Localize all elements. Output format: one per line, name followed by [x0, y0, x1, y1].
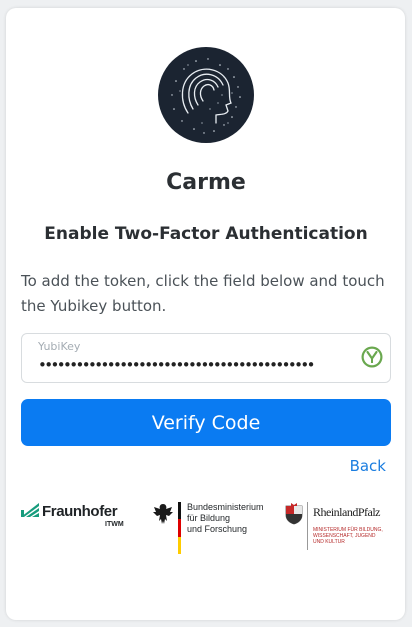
rlp-crest-icon: [285, 503, 303, 525]
instructions-text: To add the token, click the field below …: [21, 272, 385, 315]
verify-code-button[interactable]: Verify Code: [21, 399, 391, 446]
page-subtitle: Enable Two-Factor Authentication: [44, 224, 368, 244]
fraunhofer-logo-icon: [21, 503, 39, 517]
rlp-divider: [307, 502, 308, 550]
federal-eagle-icon: [153, 504, 173, 524]
yubikey-field-label: YubiKey: [38, 340, 81, 353]
german-flag-stripe: [178, 502, 181, 554]
fraunhofer-unit: ITWM: [105, 521, 124, 528]
yubikey-field-value[interactable]: ••••••••••••••••••••••••••••••••••••••••…: [38, 356, 316, 374]
rlp-name: RheinlandPfalz: [313, 505, 380, 519]
bmbf-text: Bundesministerium für Bildung und Forsch…: [187, 502, 264, 534]
rlp-ministry: MINISTERIUM FÜR BILDUNG, WISSENSCHAFT, J…: [313, 527, 383, 545]
app-title: Carme: [166, 170, 246, 195]
fraunhofer-name: Fraunhofer: [42, 503, 118, 520]
yubikey-icon: [361, 346, 383, 368]
back-link[interactable]: Back: [350, 457, 386, 475]
yubikey-token-field[interactable]: YubiKey ••••••••••••••••••••••••••••••••…: [21, 333, 391, 383]
carme-logo: [158, 47, 254, 143]
